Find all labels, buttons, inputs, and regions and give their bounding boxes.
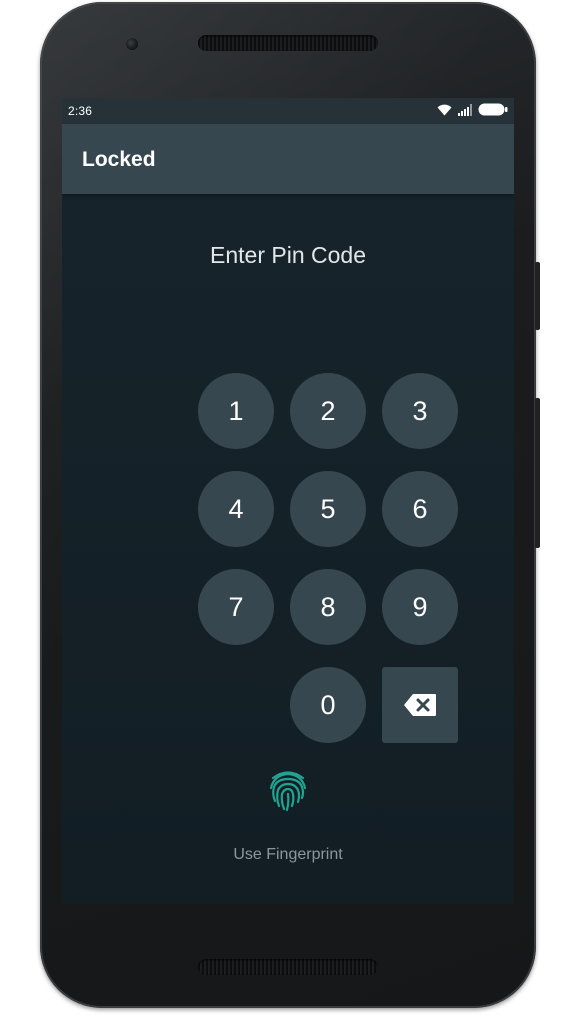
app-bar: Locked xyxy=(62,124,514,194)
bottom-speaker xyxy=(198,959,378,975)
key-1[interactable]: 1 xyxy=(198,373,274,449)
key-5[interactable]: 5 xyxy=(290,471,366,547)
status-time: 2:36 xyxy=(68,104,93,118)
key-6[interactable]: 6 xyxy=(382,471,458,547)
fingerprint-icon[interactable] xyxy=(268,768,308,812)
key-2[interactable]: 2 xyxy=(290,373,366,449)
key-0[interactable]: 0 xyxy=(290,667,366,743)
key-4[interactable]: 4 xyxy=(198,471,274,547)
key-3[interactable]: 3 xyxy=(382,373,458,449)
volume-button xyxy=(535,398,540,548)
battery-icon xyxy=(478,103,508,116)
status-icons xyxy=(437,103,508,116)
front-camera xyxy=(126,38,138,50)
backspace-icon xyxy=(404,694,436,716)
key-7[interactable]: 7 xyxy=(198,569,274,645)
pin-prompt: Enter Pin Code xyxy=(210,242,366,268)
use-fingerprint-link[interactable]: Use Fingerprint xyxy=(62,846,514,864)
page-title: Locked xyxy=(82,148,156,171)
wifi-icon xyxy=(437,104,452,115)
screen: 2:36 Locked Enter Pin Code 1 2 3 4 5 6 7… xyxy=(62,98,514,904)
power-button xyxy=(535,262,540,330)
key-8[interactable]: 8 xyxy=(290,569,366,645)
backspace-button[interactable] xyxy=(382,667,458,743)
phone-frame: 2:36 Locked Enter Pin Code 1 2 3 4 5 6 7… xyxy=(40,2,536,1008)
key-9[interactable]: 9 xyxy=(382,569,458,645)
status-bar: 2:36 xyxy=(62,98,514,124)
earpiece-speaker xyxy=(198,35,378,51)
signal-icon xyxy=(458,103,472,116)
